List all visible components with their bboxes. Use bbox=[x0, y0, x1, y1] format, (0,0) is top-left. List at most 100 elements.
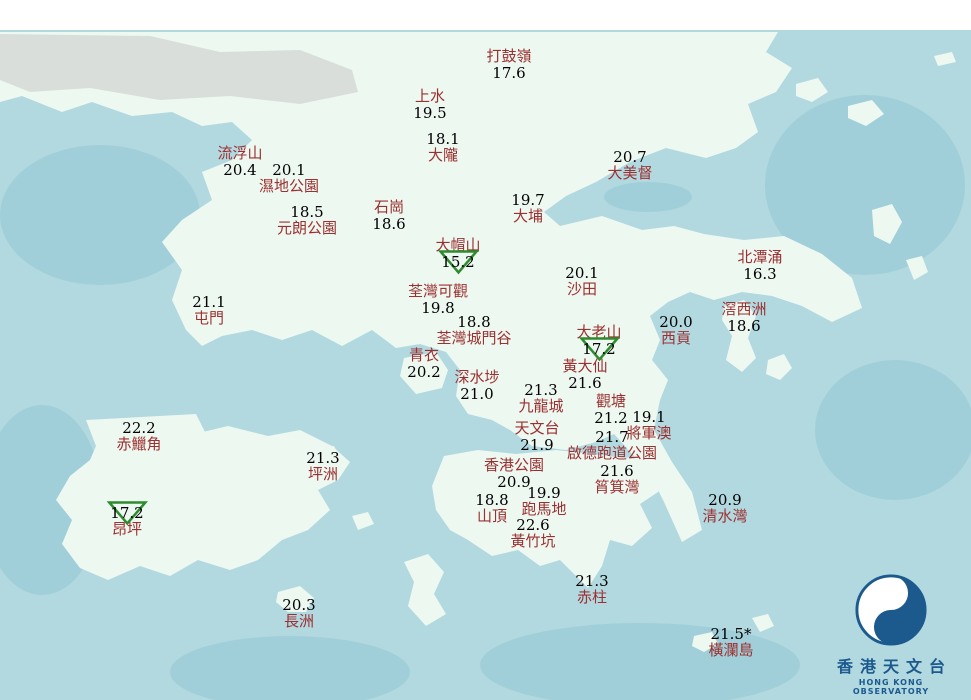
station-name-label: 黃竹坑 bbox=[510, 532, 556, 550]
station-min-temp-value: 18.8 bbox=[475, 491, 509, 509]
station-大埔: 19.7 大埔 bbox=[511, 192, 544, 225]
station-name-label: 元朗公園 bbox=[276, 219, 338, 237]
station-name-label: 濕地公園 bbox=[258, 177, 320, 195]
station-min-temp-value: 21.5* bbox=[710, 625, 752, 643]
station-min-temp-value: 21.6 bbox=[568, 374, 602, 392]
station-九龍城: 21.3 九龍城 bbox=[518, 382, 563, 415]
station-坪洲: 21.3 坪洲 bbox=[306, 450, 339, 483]
station-min-temp-value: 21.3 bbox=[524, 381, 558, 399]
station-min-temp-value: 21.2 bbox=[594, 409, 628, 427]
station-min-temp-value: 21.3 bbox=[575, 572, 609, 590]
station-min-temp-value: 21.9 bbox=[520, 436, 554, 454]
station-黃大仙: 黃大仙 21.6 bbox=[562, 357, 608, 392]
station-黃竹坑: 22.6 黃竹坑 bbox=[510, 517, 555, 550]
station-青衣: 青衣 20.2 bbox=[407, 346, 441, 381]
station-元朗公園: 18.5 元朗公園 bbox=[277, 204, 337, 237]
min-temperature-map-screen: 昨日(2023年11月30日) 的最低氣溫（攝氏度） 打鼓嶺17.6上水19.5… bbox=[0, 0, 971, 700]
station-流浮山: 流浮山 20.4 bbox=[217, 144, 263, 179]
station-赤鱲角: 22.2 赤鱲角 bbox=[116, 420, 161, 453]
station-name-label: 清水灣 bbox=[702, 507, 748, 525]
station-觀塘: 觀塘 21.2 bbox=[594, 392, 628, 427]
station-跑馬地: 19.9 跑馬地 bbox=[521, 485, 566, 518]
station-石崗: 石崗 18.6 bbox=[372, 198, 405, 233]
station-min-temp-value: 21.6 bbox=[600, 462, 634, 480]
station-name-label: 筲箕灣 bbox=[594, 478, 640, 496]
station-荃灣可觀: 荃灣可觀 19.8 bbox=[407, 282, 469, 317]
hko-logo-icon bbox=[855, 574, 927, 646]
station-name-label: 屯門 bbox=[193, 309, 224, 327]
station-滘西洲: 滘西洲 18.6 bbox=[721, 300, 767, 335]
station-name-label: 長洲 bbox=[283, 612, 314, 630]
station-name-label: 打鼓嶺 bbox=[486, 47, 532, 65]
station-name-label: 橫瀾島 bbox=[708, 641, 754, 659]
station-min-temp-value: 21.1 bbox=[192, 293, 226, 311]
station-name-label: 大埔 bbox=[512, 207, 543, 225]
station-name-label: 大美督 bbox=[607, 164, 653, 182]
station-name-label: 西貢 bbox=[660, 329, 691, 347]
station-min-temp-value: 17.2 bbox=[106, 501, 148, 526]
station-大老山: 大老山 17.2 bbox=[576, 324, 622, 362]
station-name-label: 上水 bbox=[414, 87, 445, 105]
station-min-temp-value: 15.2 bbox=[435, 250, 480, 275]
station-min-temp-value: 21.0 bbox=[460, 385, 494, 403]
station-min-temp-value: 20.7 bbox=[613, 148, 647, 166]
station-山頂: 18.8 山頂 bbox=[475, 492, 508, 525]
station-min-temp-value: 20.1 bbox=[565, 264, 599, 282]
station-min-temp-value: 17.6 bbox=[492, 64, 526, 82]
station-荃灣城門谷: 18.8 荃灣城門谷 bbox=[436, 314, 511, 347]
station-沙田: 20.1 沙田 bbox=[565, 265, 598, 298]
station-name-label: 黃大仙 bbox=[562, 357, 608, 375]
station-min-temp-value: 20.9 bbox=[708, 491, 742, 509]
station-長洲: 20.3 長洲 bbox=[282, 597, 315, 630]
station-赤柱: 21.3 赤柱 bbox=[575, 573, 608, 606]
station-name-label: 赤鱲角 bbox=[116, 435, 162, 453]
station-min-temp-value: 20.1 bbox=[272, 161, 306, 179]
station-min-temp-value: 22.2 bbox=[122, 419, 156, 437]
station-name-label: 山頂 bbox=[476, 507, 507, 525]
station-name-label: 深水埗 bbox=[454, 368, 500, 386]
station-min-temp-value: 20.4 bbox=[223, 161, 257, 179]
station-min-temp-value: 20.2 bbox=[407, 363, 441, 381]
station-打鼓嶺: 打鼓嶺 17.6 bbox=[486, 47, 532, 82]
station-北潭涌: 北潭涌 16.3 bbox=[737, 249, 782, 283]
station-西貢: 20.0 西貢 bbox=[659, 314, 692, 347]
station-min-temp-value: 16.3 bbox=[743, 265, 777, 283]
station-name-label: 觀塘 bbox=[595, 392, 626, 410]
station-name-label: 啟德跑道公園 bbox=[566, 444, 658, 462]
station-min-temp-value: 19.7 bbox=[511, 191, 545, 209]
station-name-label: 天文台 bbox=[514, 419, 560, 437]
station-大帽山: 大帽山 15.2 bbox=[435, 237, 481, 275]
station-昂坪: 17.2 昂坪 bbox=[106, 501, 148, 538]
station-min-temp-value: 18.8 bbox=[457, 313, 491, 331]
logo-name-zh: 香港天文台 bbox=[836, 657, 952, 676]
station-清水灣: 20.9 清水灣 bbox=[702, 492, 747, 525]
station-name-label: 荃灣可觀 bbox=[407, 282, 469, 300]
station-name-label: 赤柱 bbox=[576, 588, 607, 606]
station-name-label: 青衣 bbox=[408, 346, 439, 364]
station-name-label: 滘西洲 bbox=[721, 300, 767, 318]
station-min-temp-value: 17.2 bbox=[576, 337, 621, 362]
station-上水: 上水 19.5 bbox=[413, 87, 446, 122]
station-name-label: 香港公園 bbox=[483, 456, 545, 474]
station-name-label: 坪洲 bbox=[307, 465, 338, 483]
station-濕地公園: 20.1 濕地公園 bbox=[259, 162, 319, 195]
station-name-label: 荃灣城門谷 bbox=[436, 329, 512, 347]
station-筲箕灣: 21.6 筲箕灣 bbox=[594, 463, 639, 496]
station-大美督: 20.7 大美督 bbox=[607, 149, 652, 182]
station-min-temp-value: 22.6 bbox=[516, 516, 550, 534]
station-大隴: 18.1 大隴 bbox=[426, 131, 459, 164]
station-name-label: 石崗 bbox=[373, 198, 404, 216]
station-min-temp-value: 18.6 bbox=[727, 317, 761, 335]
station-橫瀾島: 21.5* 橫瀾島 bbox=[708, 626, 753, 659]
logo-name-en: HONG KONG OBSERVATORY bbox=[852, 678, 930, 696]
station-name-label: 流浮山 bbox=[217, 144, 263, 162]
station-min-temp-value: 18.5 bbox=[290, 203, 324, 221]
station-name-label: 九龍城 bbox=[518, 397, 564, 415]
station-屯門: 21.1 屯門 bbox=[192, 294, 225, 327]
title-bar bbox=[0, 0, 971, 30]
station-min-temp-value: 18.1 bbox=[426, 130, 460, 148]
station-深水埗: 深水埗 21.0 bbox=[454, 368, 500, 403]
station-min-temp-value: 19.1 bbox=[632, 408, 666, 426]
station-min-temp-value: 20.3 bbox=[282, 596, 316, 614]
station-name-label: 將軍澳 bbox=[626, 424, 672, 442]
